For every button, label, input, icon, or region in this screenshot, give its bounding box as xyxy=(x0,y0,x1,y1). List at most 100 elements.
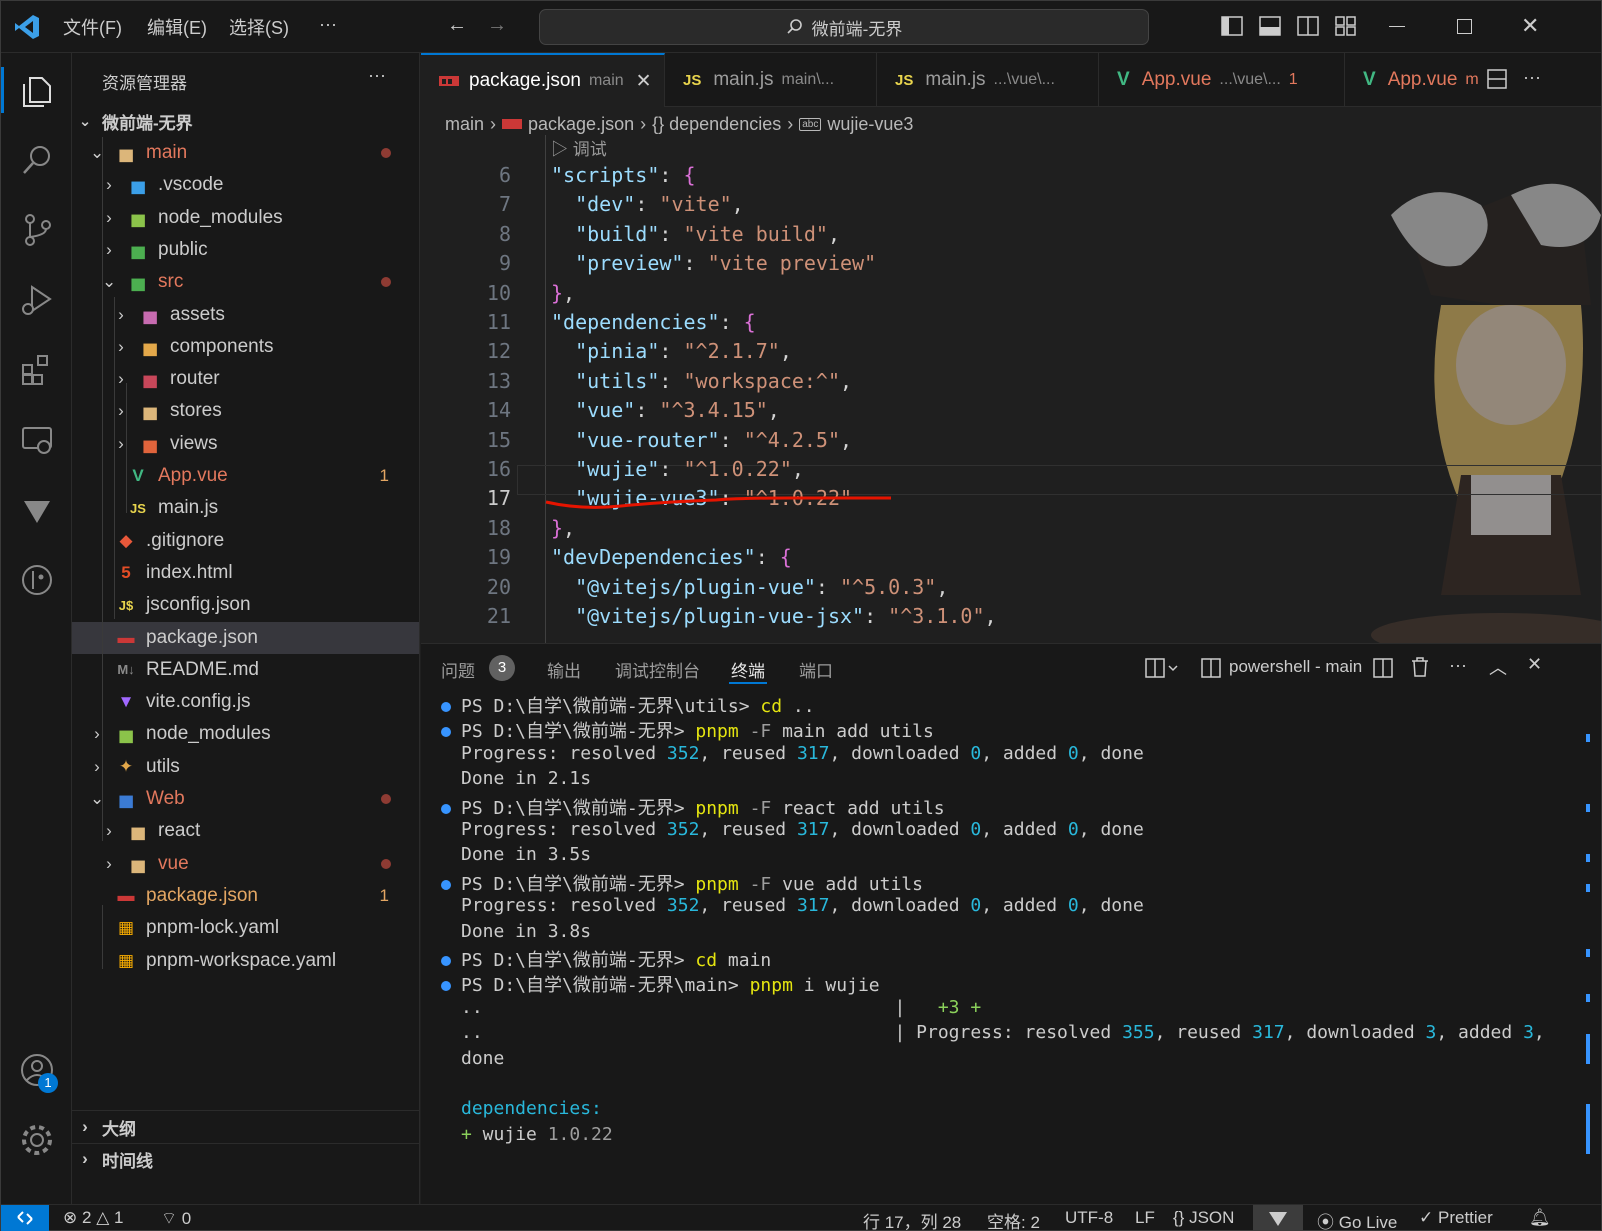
tree-item-web[interactable]: ⌄ ▅ Web xyxy=(72,783,419,815)
tree-item-stores[interactable]: › ▅ stores xyxy=(72,395,419,427)
forward-arrow-icon[interactable]: → xyxy=(487,14,507,37)
new-terminal-split-icon[interactable] xyxy=(1145,658,1181,678)
tree-item-src[interactable]: ⌄ ▅ src xyxy=(72,266,419,298)
tree-item--gitignore[interactable]: ◆ .gitignore xyxy=(72,525,419,557)
gitlens-icon[interactable] xyxy=(14,487,60,533)
problems-status[interactable]: ⊗ 2 △ 1 xyxy=(63,1208,123,1228)
toggle-sidebar-icon[interactable] xyxy=(1221,16,1243,36)
extensions-icon[interactable] xyxy=(14,347,60,393)
maximize-panel-icon[interactable]: ︿ xyxy=(1489,654,1507,680)
tree-item-main-js[interactable]: JS main.js xyxy=(72,492,419,524)
public-folder-icon: ▅ xyxy=(131,239,145,259)
ports-status[interactable]: ⌔ 0 xyxy=(161,1208,191,1229)
cursor-position[interactable]: 行 17，列 28 xyxy=(863,1208,961,1231)
tab-debug-console[interactable]: 调试控制台 xyxy=(615,657,700,682)
split-editor-icon[interactable] xyxy=(1487,69,1507,89)
panel-more-icon[interactable]: ··· xyxy=(1449,655,1467,676)
tree-item-pnpm-lock-yaml[interactable]: ▦ pnpm-lock.yaml xyxy=(72,912,419,944)
close-panel-icon[interactable]: ✕ xyxy=(1527,654,1542,675)
indentation[interactable]: 空格: 2 xyxy=(987,1208,1040,1231)
tree-item-pnpm-workspace-yaml[interactable]: ▦ pnpm-workspace.yaml xyxy=(72,945,419,977)
customize-layout-icon[interactable] xyxy=(1335,16,1357,36)
tree-item-app-vue[interactable]: V App.vue 1 xyxy=(72,460,419,492)
outline-section[interactable]: › 大纲 xyxy=(72,1111,419,1143)
workspace-root[interactable]: ⌄ 微前端-无界 xyxy=(72,105,419,137)
remote-indicator-icon[interactable] xyxy=(1,1205,49,1231)
explorer-icon[interactable] xyxy=(14,67,60,113)
close-window-icon[interactable]: ✕ xyxy=(1521,13,1539,39)
maximize-icon[interactable] xyxy=(1457,19,1472,34)
menu-file[interactable]: 文件(F) xyxy=(63,14,122,40)
run-debug-icon[interactable] xyxy=(14,277,60,323)
explorer-more-icon[interactable]: ··· xyxy=(368,65,386,86)
prettier-status[interactable]: ✓ Prettier xyxy=(1419,1208,1493,1228)
editor-more-icon[interactable]: ··· xyxy=(1523,67,1541,88)
manage-gear-icon[interactable] xyxy=(14,1117,60,1163)
tree-item-react[interactable]: › ▅ react xyxy=(72,815,419,847)
terminal-scrollbar[interactable] xyxy=(1586,704,1591,1184)
close-tab-icon[interactable]: ✕ xyxy=(636,70,652,93)
minimize-icon[interactable] xyxy=(1389,26,1405,27)
tree-item-components[interactable]: › ▅ components xyxy=(72,331,419,363)
breadcrumb-symbol[interactable]: wujie-vue3 xyxy=(827,114,913,135)
tree-item-assets[interactable]: › ▅ assets xyxy=(72,299,419,331)
tree-item-utils[interactable]: › ✦ utils xyxy=(72,751,419,783)
tree-item-node-modules[interactable]: › ▅ node_modules xyxy=(72,718,419,750)
tab-app-vue-1[interactable]: V App.vue ...\vue\... 1 xyxy=(1099,53,1345,107)
line-number: 16 xyxy=(486,457,511,481)
tab-app-vue-2[interactable]: V App.vue m xyxy=(1345,53,1481,107)
timeline-section[interactable]: › 时间线 xyxy=(72,1143,419,1175)
source-control-icon[interactable] xyxy=(14,207,60,253)
breadcrumb-folder[interactable]: main xyxy=(445,114,484,135)
terminal-text: pnpm xyxy=(749,975,793,997)
terminal-name[interactable]: powershell - main xyxy=(1229,657,1362,677)
accounts-icon[interactable]: 1 xyxy=(14,1047,60,1093)
back-arrow-icon[interactable]: ← xyxy=(447,14,467,37)
go-live-button[interactable]: ⦿ Go Live xyxy=(1317,1208,1397,1231)
tree-item-main[interactable]: ⌄ ▅ main xyxy=(72,137,419,169)
end-of-line[interactable]: LF xyxy=(1135,1208,1155,1228)
terminal-output[interactable]: PS D:\自学\微前端-无界\utils> cd .. PS D:\自学\微前端… xyxy=(421,692,1581,1202)
gitlens-status-icon[interactable] xyxy=(1253,1205,1303,1231)
terminal-text: 317 xyxy=(796,895,830,917)
toggle-panel-icon[interactable] xyxy=(1259,16,1281,36)
command-center-search[interactable]: 微前端-无界 xyxy=(539,9,1149,45)
menu-more[interactable]: ··· xyxy=(319,14,337,35)
menu-selection[interactable]: 选择(S) xyxy=(229,14,289,40)
breadcrumb-file[interactable]: package.json xyxy=(528,114,634,135)
menu-edit[interactable]: 编辑(E) xyxy=(147,14,207,40)
tree-item-package-json[interactable]: ▬ package.json 1 xyxy=(72,880,419,912)
tab-main-js-1[interactable]: JS main.js main\... xyxy=(665,53,877,107)
code-editor[interactable]: ▷ 调试 6 "scripts": {7 "dev": "vite", 8 "bui… xyxy=(421,135,1601,643)
tree-item-readme-md[interactable]: M↓ README.md xyxy=(72,654,419,686)
notifications-bell-icon[interactable]: 🔔︎ xyxy=(1529,1208,1551,1228)
language-mode[interactable]: {} JSON xyxy=(1173,1208,1234,1228)
breadcrumb-dependencies[interactable]: {} dependencies xyxy=(652,114,781,135)
tab-problems[interactable]: 问题 xyxy=(441,657,475,682)
remote-explorer-icon[interactable] xyxy=(14,417,60,463)
tree-item-index-html[interactable]: 5 index.html xyxy=(72,557,419,589)
toggle-secondary-sidebar-icon[interactable] xyxy=(1297,16,1319,36)
tree-item-views[interactable]: › ▅ views xyxy=(72,428,419,460)
codelens-debug[interactable]: ▷ 调试 xyxy=(551,135,607,160)
tab-output[interactable]: 输出 xyxy=(547,657,581,682)
tree-item-package-json[interactable]: ▬ package.json xyxy=(72,621,419,654)
tab-main-js-2[interactable]: JS main.js ...\vue\... xyxy=(877,53,1099,107)
encoding[interactable]: UTF-8 xyxy=(1065,1208,1113,1228)
trash-icon[interactable] xyxy=(1411,657,1429,677)
tab-ports[interactable]: 端口 xyxy=(799,657,833,682)
tree-item--vscode[interactable]: › ▅ .vscode xyxy=(72,169,419,201)
tab-terminal[interactable]: 终端 xyxy=(731,657,765,682)
tree-item-vite-config-js[interactable]: ▼ vite.config.js xyxy=(72,686,419,718)
split-terminal-icon[interactable] xyxy=(1373,658,1393,678)
git-graph-icon[interactable] xyxy=(14,557,60,603)
tree-item-public[interactable]: › ▅ public xyxy=(72,234,419,266)
tree-item-router[interactable]: › ▅ router xyxy=(72,363,419,395)
tab-package-json[interactable]: package.json main ✕ xyxy=(421,53,665,107)
code-token: "pinia" xyxy=(575,339,660,364)
tree-item-node-modules[interactable]: › ▅ node_modules xyxy=(72,202,419,234)
search-icon[interactable] xyxy=(14,137,60,183)
tree-item-vue[interactable]: › ▅ vue xyxy=(72,848,419,880)
tree-item-jsconfig-json[interactable]: J$ jsconfig.json xyxy=(72,589,419,621)
